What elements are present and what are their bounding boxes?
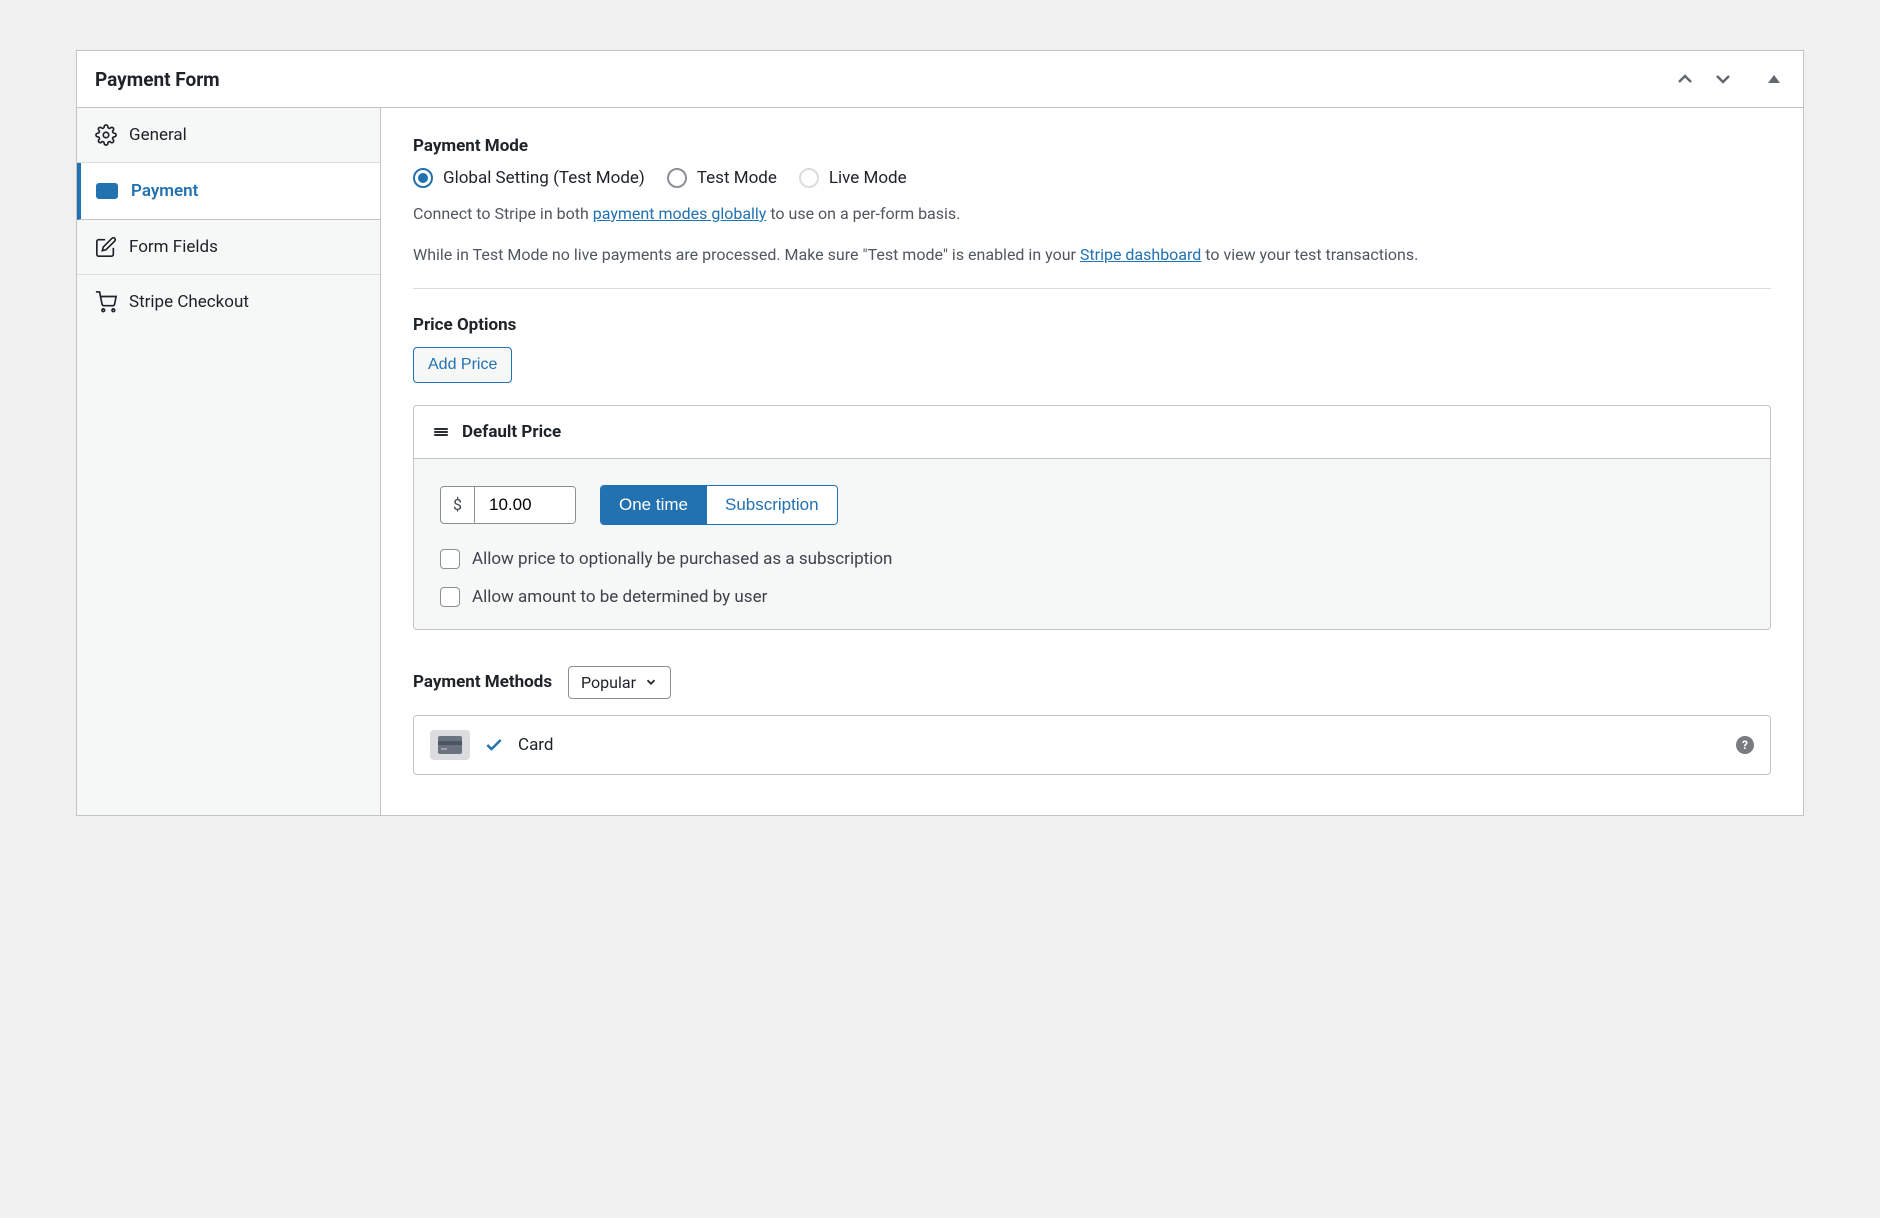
checkbox-icon	[440, 587, 460, 607]
add-price-button[interactable]: Add Price	[413, 347, 512, 383]
payment-modes-globally-link[interactable]: payment modes globally	[593, 204, 767, 223]
radio-icon	[413, 168, 433, 188]
content: Payment Mode Global Setting (Test Mode) …	[381, 108, 1803, 815]
checkbox-optional-subscription[interactable]: Allow price to optionally be purchased a…	[440, 549, 1744, 569]
payment-form-panel: Payment Form General Payment	[76, 50, 1804, 816]
sidebar: General Payment Form Fields Stripe Check…	[77, 108, 381, 815]
triangle-up-icon	[1767, 72, 1781, 86]
panel-body: General Payment Form Fields Stripe Check…	[77, 108, 1803, 815]
panel-header: Payment Form	[77, 51, 1803, 108]
card-icon	[95, 179, 119, 203]
toggle-one-time[interactable]: One time	[601, 486, 707, 524]
drag-handle-icon	[432, 423, 450, 441]
payment-method-card[interactable]: Card ?	[413, 715, 1771, 775]
price-card-body: $ One time Subscription Allow price to o…	[414, 458, 1770, 629]
sidebar-item-stripe-checkout[interactable]: Stripe Checkout	[77, 275, 380, 329]
radio-global-setting[interactable]: Global Setting (Test Mode)	[413, 168, 645, 188]
radio-icon	[799, 168, 819, 188]
card-method-icon	[430, 730, 470, 760]
price-amount-input[interactable]	[475, 487, 575, 523]
sidebar-item-general[interactable]: General	[77, 108, 380, 163]
payment-methods-header: Payment Methods Popular	[413, 666, 1771, 699]
filter-label: Popular	[581, 673, 636, 692]
checkbox-label: Allow amount to be determined by user	[472, 587, 767, 607]
checkbox-icon	[440, 549, 460, 569]
edit-icon	[95, 236, 117, 258]
checkbox-user-amount[interactable]: Allow amount to be determined by user	[440, 587, 1744, 607]
panel-title: Payment Form	[95, 68, 220, 91]
check-icon	[484, 735, 504, 755]
radio-label: Live Mode	[829, 168, 907, 188]
radio-test-mode[interactable]: Test Mode	[667, 168, 777, 188]
panel-header-actions	[1669, 65, 1785, 93]
price-card-header[interactable]: Default Price	[414, 406, 1770, 458]
sidebar-item-payment[interactable]: Payment	[77, 163, 380, 220]
payment-mode-heading: Payment Mode	[413, 136, 1771, 156]
radio-label: Test Mode	[697, 168, 777, 188]
payment-methods-filter[interactable]: Popular	[568, 666, 671, 699]
move-up-button[interactable]	[1669, 65, 1701, 93]
payment-mode-radio-row: Global Setting (Test Mode) Test Mode Liv…	[413, 168, 1771, 188]
payment-mode-help: Connect to Stripe in both payment modes …	[413, 202, 1771, 227]
radio-live-mode[interactable]: Live Mode	[799, 168, 907, 188]
price-options-heading: Price Options	[413, 315, 1771, 335]
chevron-up-icon	[1673, 67, 1697, 91]
sidebar-item-label: Form Fields	[129, 237, 218, 257]
chevron-down-icon	[644, 675, 658, 689]
payment-mode-note: While in Test Mode no live payments are …	[413, 243, 1771, 268]
method-label: Card	[518, 735, 1722, 755]
billing-toggle: One time Subscription	[600, 485, 838, 525]
collapse-button[interactable]	[1763, 70, 1785, 88]
sidebar-item-form-fields[interactable]: Form Fields	[77, 220, 380, 275]
currency-label: $	[441, 487, 475, 523]
sidebar-item-label: Stripe Checkout	[129, 292, 249, 312]
default-price-card: Default Price $ One time Subscription	[413, 405, 1771, 630]
toggle-subscription[interactable]: Subscription	[707, 486, 837, 524]
radio-label: Global Setting (Test Mode)	[443, 168, 645, 188]
payment-methods-heading: Payment Methods	[413, 672, 552, 692]
stripe-dashboard-link[interactable]: Stripe dashboard	[1080, 245, 1201, 264]
sidebar-item-label: Payment	[131, 181, 198, 201]
radio-icon	[667, 168, 687, 188]
gear-icon	[95, 124, 117, 146]
cart-icon	[95, 291, 117, 313]
divider	[413, 288, 1771, 289]
checkbox-label: Allow price to optionally be purchased a…	[472, 549, 892, 569]
price-row: $ One time Subscription	[440, 485, 1744, 525]
help-icon[interactable]: ?	[1736, 736, 1754, 754]
price-input-group: $	[440, 486, 576, 524]
price-card-title: Default Price	[462, 422, 561, 442]
sidebar-item-label: General	[129, 125, 187, 145]
chevron-down-icon	[1711, 67, 1735, 91]
move-down-button[interactable]	[1707, 65, 1739, 93]
